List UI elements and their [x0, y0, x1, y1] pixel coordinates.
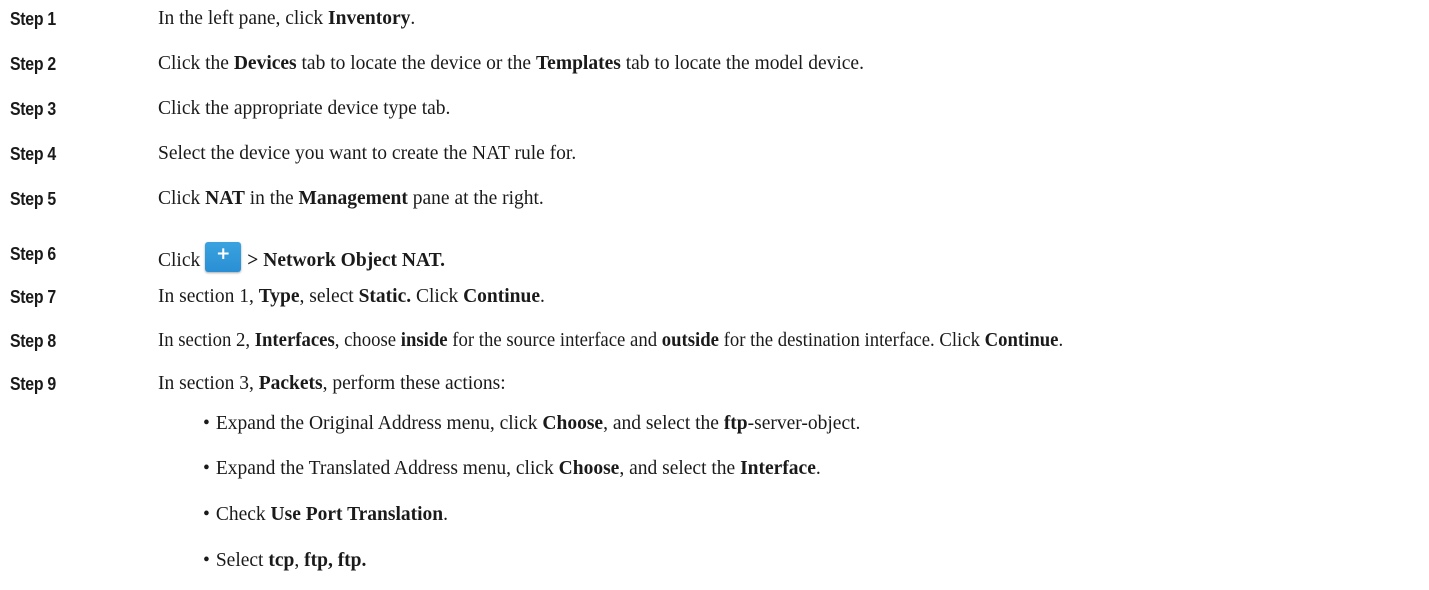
bold-run: Inventory	[328, 8, 411, 29]
text-run: Select the device you want to create the…	[158, 143, 577, 164]
text-run: .	[410, 8, 416, 29]
step-row: Step 6 Click + > Network Object NAT.	[0, 242, 1429, 272]
bold-run: Devices	[233, 53, 297, 74]
text-run: Check	[215, 504, 271, 525]
step-label: Step 8	[10, 331, 56, 351]
text-run: In section 2,	[158, 330, 255, 351]
text-run: , choose	[334, 330, 401, 351]
text-run: In section 1,	[158, 286, 259, 307]
step-text: Click the Devices tab to locate the devi…	[158, 52, 864, 76]
bold-run: Management	[298, 188, 408, 209]
bullet-mark: •	[203, 458, 210, 479]
step-text: In section 3, Packets, perform these act…	[158, 372, 506, 396]
bullet-text: • Expand the Original Address menu, click…	[203, 412, 860, 436]
text-run: for the source interface and	[447, 330, 662, 351]
step-row: Step 8 In section 2, Interfaces, choose …	[0, 329, 1429, 353]
text-run: , and select the	[603, 413, 724, 434]
step-text: Click NAT in the Management pane at the …	[158, 187, 544, 211]
bullet-mark: •	[203, 504, 210, 525]
step-text: In the left pane, click Inventory.	[158, 7, 415, 31]
text-run: In section 3,	[158, 373, 259, 394]
bold-run: inside	[400, 330, 448, 351]
bold-run: Interfaces	[254, 330, 335, 351]
step-label: Step 6	[10, 244, 56, 264]
step-label: Step 4	[10, 144, 56, 164]
step-text: Click + > Network Object NAT.	[158, 242, 445, 273]
step-text: In section 2, Interfaces, choose inside …	[158, 329, 1063, 353]
bold-run: tcp	[268, 550, 295, 571]
bold-run: Packets	[258, 373, 323, 394]
bullet-item: • Expand the Original Address menu, click…	[0, 412, 1429, 436]
bold-run: Continue	[984, 330, 1059, 351]
text-run: for the destination interface. Click	[718, 330, 985, 351]
bullet-text: • Select tcp, ftp, ftp.	[203, 549, 366, 573]
step-text: Click the appropriate device type tab.	[158, 97, 450, 121]
bold-run: Use Port Translation	[270, 504, 444, 525]
step-text: In section 1, Type, select Static. Click…	[158, 285, 545, 309]
step-row: Step 1 In the left pane, click Inventory…	[0, 7, 1429, 31]
text-run: tab to locate the device or the	[296, 53, 536, 74]
text-run: Click the appropriate device type tab.	[158, 98, 451, 119]
bold-run: outside	[661, 330, 719, 351]
bold-run: Type	[258, 286, 300, 307]
step-row: Step 2 Click the Devices tab to locate t…	[0, 52, 1429, 76]
text-run: pane at the right.	[407, 188, 544, 209]
bullet-text: • Check Use Port Translation.	[203, 503, 448, 527]
text-run: -server-object.	[747, 413, 861, 434]
step-row: Step 5 Click NAT in the Management pane …	[0, 187, 1429, 211]
bold-run: > Network Object NAT.	[247, 250, 446, 271]
text-run: in the	[244, 188, 299, 209]
bullet-mark: •	[203, 550, 210, 571]
text-run: .	[815, 458, 821, 479]
bullet-item: • Check Use Port Translation.	[0, 503, 1429, 527]
text-run: Select	[215, 550, 269, 571]
step-label: Step 7	[10, 287, 56, 307]
step-label: Step 2	[10, 54, 56, 74]
text-run: Expand the Original Address menu, click	[215, 413, 543, 434]
plus-glyph: +	[216, 244, 231, 264]
text-run: ,	[294, 550, 305, 571]
step-text: Select the device you want to create the…	[158, 142, 576, 166]
bold-run: ftp	[723, 413, 748, 434]
step-row: Step 4 Select the device you want to cre…	[0, 142, 1429, 166]
bold-run: ftp, ftp.	[304, 550, 367, 571]
text-run: Expand the Translated Address menu, clic…	[215, 458, 559, 479]
bold-run: Interface	[740, 458, 816, 479]
step-label: Step 9	[10, 374, 56, 394]
text-run: In the left pane, click	[158, 8, 329, 29]
text-run: Click	[158, 250, 201, 271]
text-run: , select	[299, 286, 359, 307]
bullet-mark: •	[203, 413, 210, 434]
bullet-item: • Select tcp, ftp, ftp.	[0, 549, 1429, 573]
bullet-text: • Expand the Translated Address menu, cli…	[203, 457, 821, 481]
bullet-item: • Expand the Translated Address menu, cli…	[0, 457, 1429, 481]
bold-run: Templates	[535, 53, 621, 74]
bold-run: Choose	[558, 458, 620, 479]
text-run: .	[1058, 330, 1064, 351]
text-run: Click	[411, 286, 464, 307]
step-row: Step 7 In section 1, Type, select Static…	[0, 285, 1429, 309]
bold-run: Choose	[542, 413, 604, 434]
add-plus-icon: +	[205, 242, 242, 272]
step-row: Step 9 In section 3, Packets, perform th…	[0, 372, 1429, 396]
text-run: tab to locate the model device.	[620, 53, 864, 74]
step-row: Step 3 Click the appropriate device type…	[0, 97, 1429, 121]
step-label: Step 1	[10, 9, 56, 29]
step-label: Step 5	[10, 189, 56, 209]
text-run: .	[540, 286, 545, 307]
text-run: , perform these actions:	[322, 373, 506, 394]
text-run: , and select the	[619, 458, 741, 479]
bold-run: NAT	[205, 188, 245, 209]
text-run: .	[443, 504, 449, 525]
step-label: Step 3	[10, 99, 56, 119]
bold-run: Continue	[463, 286, 541, 307]
text-run: Click	[158, 188, 206, 209]
text-run: Click the	[158, 53, 234, 74]
bold-run: Static.	[358, 286, 412, 307]
